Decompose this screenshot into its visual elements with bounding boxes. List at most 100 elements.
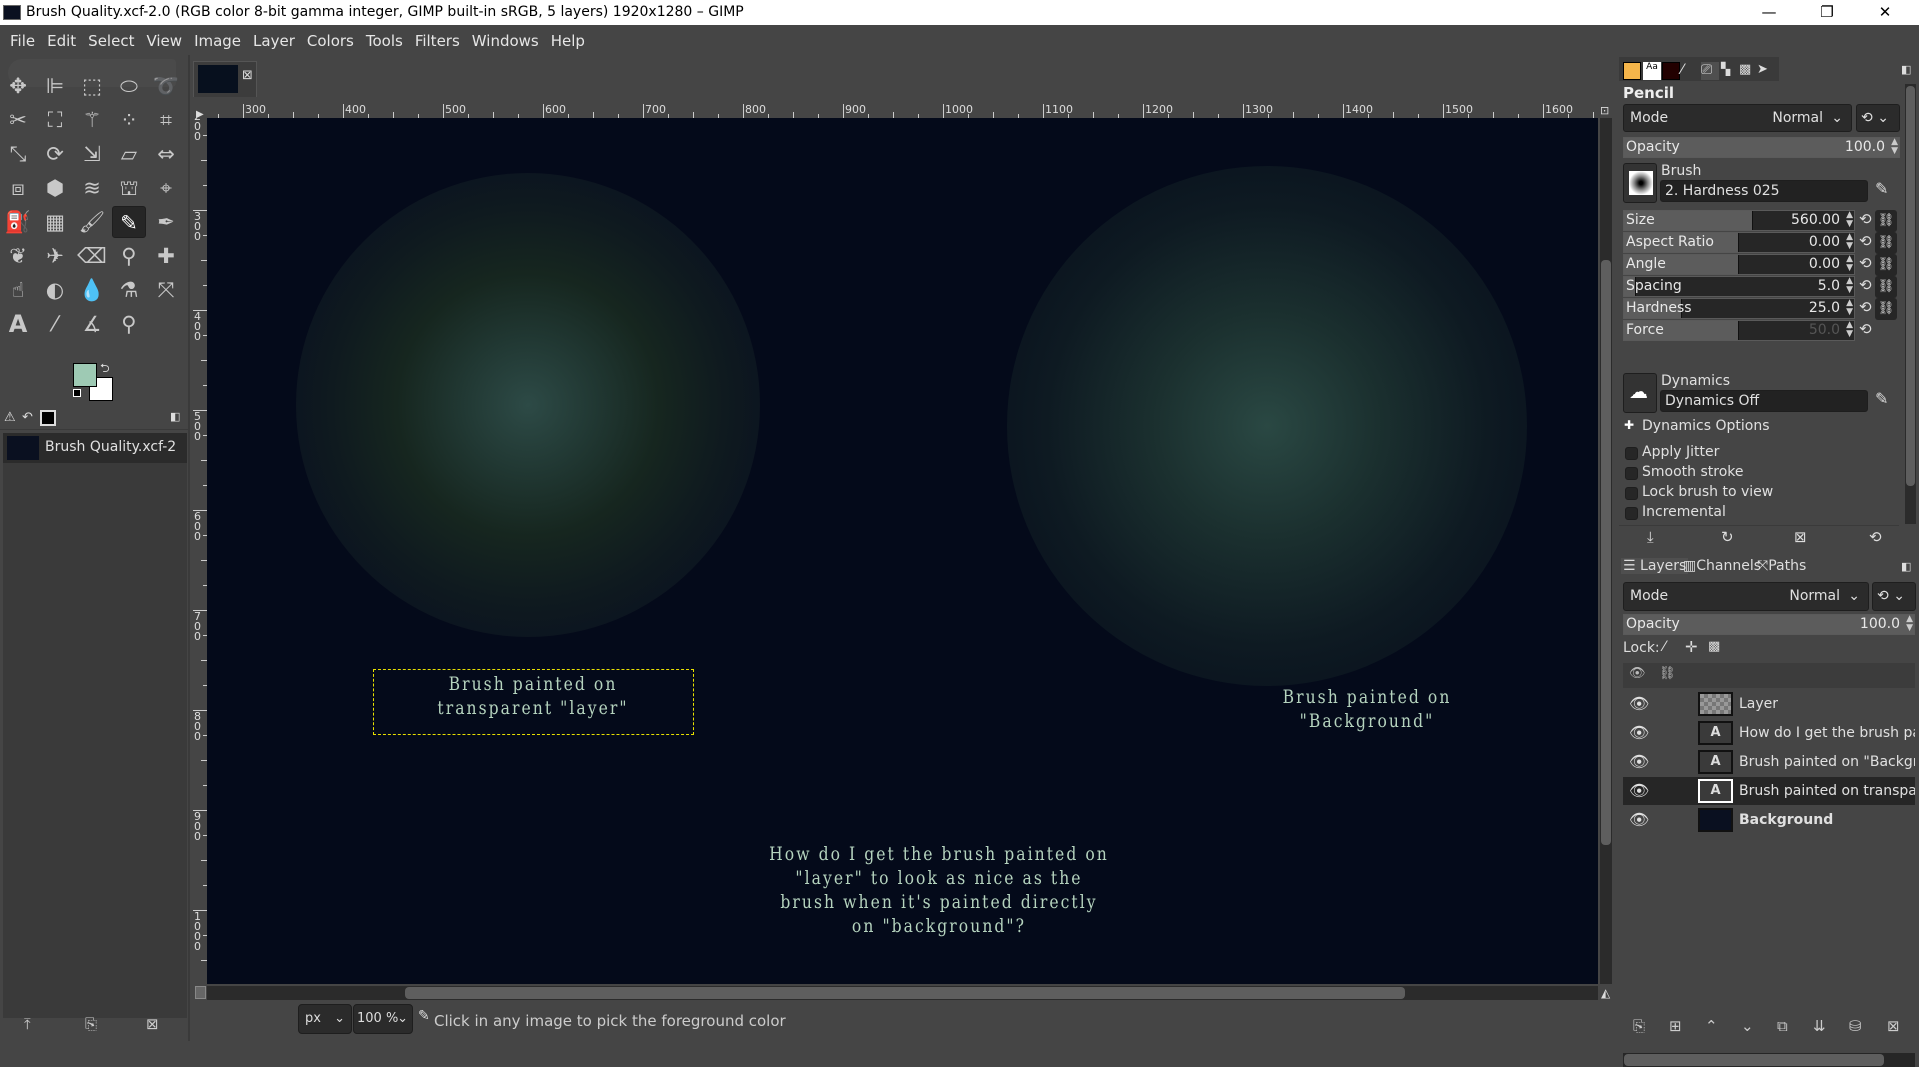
checkbox-label[interactable]: Incremental bbox=[1642, 504, 1726, 516]
reset-icon[interactable]: ⟲ bbox=[1859, 210, 1872, 228]
raise-view-icon[interactable]: ⤒ bbox=[24, 1015, 31, 1033]
perspective-tool-icon[interactable]: ⧈ bbox=[1, 172, 35, 204]
menu-tools[interactable]: Tools bbox=[360, 25, 409, 55]
palette-tab-icon[interactable] bbox=[1662, 62, 1680, 80]
menu-view[interactable]: View bbox=[140, 25, 188, 55]
menu-help[interactable]: Help bbox=[545, 25, 591, 55]
paintbrush-tool-icon[interactable]: 🖌 bbox=[75, 206, 109, 238]
layer-row[interactable]: 👁 Background bbox=[1623, 806, 1915, 834]
layer-opacity-slider[interactable]: Opacity 100.0 ▲ ▼ bbox=[1623, 614, 1915, 635]
save-options-icon[interactable]: ⤓ bbox=[1647, 528, 1654, 546]
layer-name[interactable]: Background bbox=[1739, 806, 1833, 834]
reset-options-icon[interactable]: ⟲ bbox=[1869, 528, 1882, 546]
images-tab-icon[interactable] bbox=[40, 410, 56, 426]
spin-arrows-icon[interactable]: ▲ ▼ bbox=[1846, 277, 1853, 295]
dynamics-options-expander[interactable]: Dynamics Options bbox=[1642, 418, 1770, 434]
layer-name[interactable]: Brush painted on "Backgrour bbox=[1739, 748, 1915, 776]
free-select-tool-icon[interactable]: ➰ bbox=[149, 70, 183, 102]
layer-name[interactable]: How do I get the brush paint bbox=[1739, 719, 1915, 747]
new-layer-icon[interactable]: ⎘ bbox=[1633, 1017, 1645, 1035]
opacity-slider[interactable]: Opacity 100.0 ▲ ▼ bbox=[1623, 137, 1900, 158]
minimize-button[interactable]: — bbox=[1746, 0, 1792, 25]
mypaint-tool-icon[interactable]: ❦ bbox=[1, 240, 35, 272]
hardness-slider[interactable]: Hardness 25.0 ▲ ▼ bbox=[1623, 298, 1855, 319]
edit-brush-icon[interactable]: ✎ bbox=[1875, 179, 1888, 198]
warp-tool-icon[interactable]: ≋ bbox=[75, 172, 109, 204]
layer-composite-select[interactable]: ⟲ ⌄ bbox=[1872, 582, 1916, 611]
measure-tool-icon[interactable]: ∡ bbox=[75, 308, 109, 340]
ink-tool-icon[interactable]: ✒ bbox=[149, 206, 183, 238]
align-tool-icon[interactable]: ⊫ bbox=[38, 70, 72, 102]
blur-tool-icon[interactable]: 💧 bbox=[75, 274, 109, 306]
restore-button[interactable]: ❐ bbox=[1804, 0, 1850, 25]
horizontal-scrollbar-thumb[interactable] bbox=[405, 987, 1405, 999]
layer-row[interactable]: 👁 Layer bbox=[1623, 690, 1915, 718]
spin-arrows-icon[interactable]: ▲ ▼ bbox=[1846, 255, 1853, 273]
image-tab[interactable]: ⊠ bbox=[193, 61, 257, 97]
crop-tool-icon[interactable]: ⌗ bbox=[149, 104, 183, 136]
unit-select[interactable]: px ⌄ bbox=[298, 1004, 352, 1034]
visibility-eye-icon[interactable]: 👁 bbox=[1629, 806, 1649, 834]
link-icon[interactable]: ⛓ bbox=[1875, 210, 1897, 232]
checkbox-label[interactable]: Apply Jitter bbox=[1642, 444, 1719, 460]
tab-layers[interactable]: ☰ Layers bbox=[1621, 558, 1689, 574]
configure-tab-icon[interactable]: ◧ bbox=[1901, 560, 1911, 573]
color-picker-tool-icon[interactable]: ⁄ bbox=[38, 308, 72, 340]
lock-pixels-icon[interactable]: ⁄ bbox=[1663, 639, 1665, 655]
3d-transform-tool-icon[interactable]: ⬢ bbox=[38, 172, 72, 204]
spacing-slider[interactable]: Spacing 5.0 ▲ ▼ bbox=[1623, 276, 1855, 297]
layer-mode-select[interactable]: Mode Normal ⌄ bbox=[1623, 582, 1869, 611]
slider-value[interactable]: 25.0 bbox=[1809, 299, 1840, 318]
size-slider[interactable]: Size 560.00 ▲ ▼ bbox=[1623, 210, 1855, 231]
link-icon[interactable]: ⛓ bbox=[1875, 298, 1897, 320]
slider-value[interactable]: 50.0 bbox=[1809, 321, 1840, 340]
foreground-select-tool-icon[interactable]: ⛶ bbox=[38, 104, 72, 136]
spin-arrows-icon[interactable]: ▲ ▼ bbox=[1906, 615, 1913, 633]
duplicate-layer-icon[interactable]: ⧉ bbox=[1777, 1017, 1788, 1035]
flip-tool-icon[interactable]: ⇔ bbox=[149, 138, 183, 170]
configure-tab-icon[interactable]: ◧ bbox=[170, 410, 180, 423]
close-tab-icon[interactable]: ⊠ bbox=[242, 68, 253, 83]
reset-icon[interactable]: ⟲ bbox=[1859, 320, 1872, 338]
delete-layer-icon[interactable]: ⊠ bbox=[1887, 1017, 1900, 1035]
menu-windows[interactable]: Windows bbox=[466, 25, 545, 55]
link-icon[interactable]: ⛓ bbox=[1875, 276, 1897, 298]
opacity-value[interactable]: 100.0 bbox=[1860, 615, 1900, 634]
menu-image[interactable]: Image bbox=[188, 25, 247, 55]
tool-options-tab-icon[interactable] bbox=[1623, 62, 1641, 80]
checkbox-label[interactable]: Lock brush to view bbox=[1642, 484, 1773, 500]
scale-tool-icon[interactable]: ⇲ bbox=[75, 138, 109, 170]
foreground-color-swatch[interactable] bbox=[73, 363, 97, 387]
select-by-color-tool-icon[interactable]: ⁘ bbox=[112, 104, 146, 136]
undo-history-tab-icon[interactable]: ↶ bbox=[22, 410, 33, 425]
navigate-image-icon[interactable]: ◭ bbox=[1601, 986, 1610, 1000]
zoom-to-fit-icon[interactable]: ⊡ bbox=[1600, 104, 1609, 117]
reset-icon[interactable]: ⟲ bbox=[1859, 298, 1872, 316]
raise-layer-icon[interactable]: ⌃ bbox=[1705, 1017, 1718, 1035]
layer-mask-icon[interactable]: ⛁ bbox=[1849, 1017, 1862, 1035]
dodge-burn-tool-icon[interactable]: ◐ bbox=[38, 274, 72, 306]
layers-horizontal-scrollbar[interactable] bbox=[1623, 1053, 1915, 1067]
opacity-value[interactable]: 100.0 bbox=[1845, 138, 1885, 157]
default-colors-icon[interactable] bbox=[73, 389, 81, 397]
layer-name[interactable]: Brush painted on transparent bbox=[1739, 777, 1915, 805]
reset-icon[interactable]: ⟲ bbox=[1859, 276, 1872, 294]
new-layer-group-icon[interactable]: ⊞ bbox=[1669, 1017, 1682, 1035]
edit-dynamics-icon[interactable]: ✎ bbox=[1875, 389, 1888, 408]
blend-space-select[interactable]: ⟲ ⌄ bbox=[1856, 104, 1900, 132]
reset-icon[interactable]: ⟲ bbox=[1859, 232, 1872, 250]
scissors-select-tool-icon[interactable]: ✂ bbox=[1, 104, 35, 136]
layer-row[interactable]: 👁 AHow do I get the brush paint bbox=[1623, 719, 1915, 747]
spin-arrows-icon[interactable]: ▲ ▼ bbox=[1891, 138, 1898, 156]
heal-tool-icon[interactable]: ✚ bbox=[149, 240, 183, 272]
configure-tab-icon[interactable]: ◧ bbox=[1901, 63, 1911, 76]
vertical-scrollbar[interactable] bbox=[1600, 118, 1612, 984]
menu-select[interactable]: Select bbox=[82, 25, 140, 55]
checkbox[interactable] bbox=[1625, 447, 1638, 460]
swap-colors-icon[interactable]: ⮌ bbox=[100, 359, 110, 380]
eraser-tool-icon[interactable]: ⌫ bbox=[75, 240, 109, 272]
brushes-tab-icon[interactable]: ⁄ bbox=[1681, 62, 1699, 80]
image-canvas[interactable]: Brush painted on transparent "layer" Bru… bbox=[207, 118, 1598, 984]
force-slider[interactable]: Force 50.0 ▲ ▼ bbox=[1623, 320, 1855, 341]
tab-paths[interactable]: ⤧Paths bbox=[1757, 558, 1806, 574]
